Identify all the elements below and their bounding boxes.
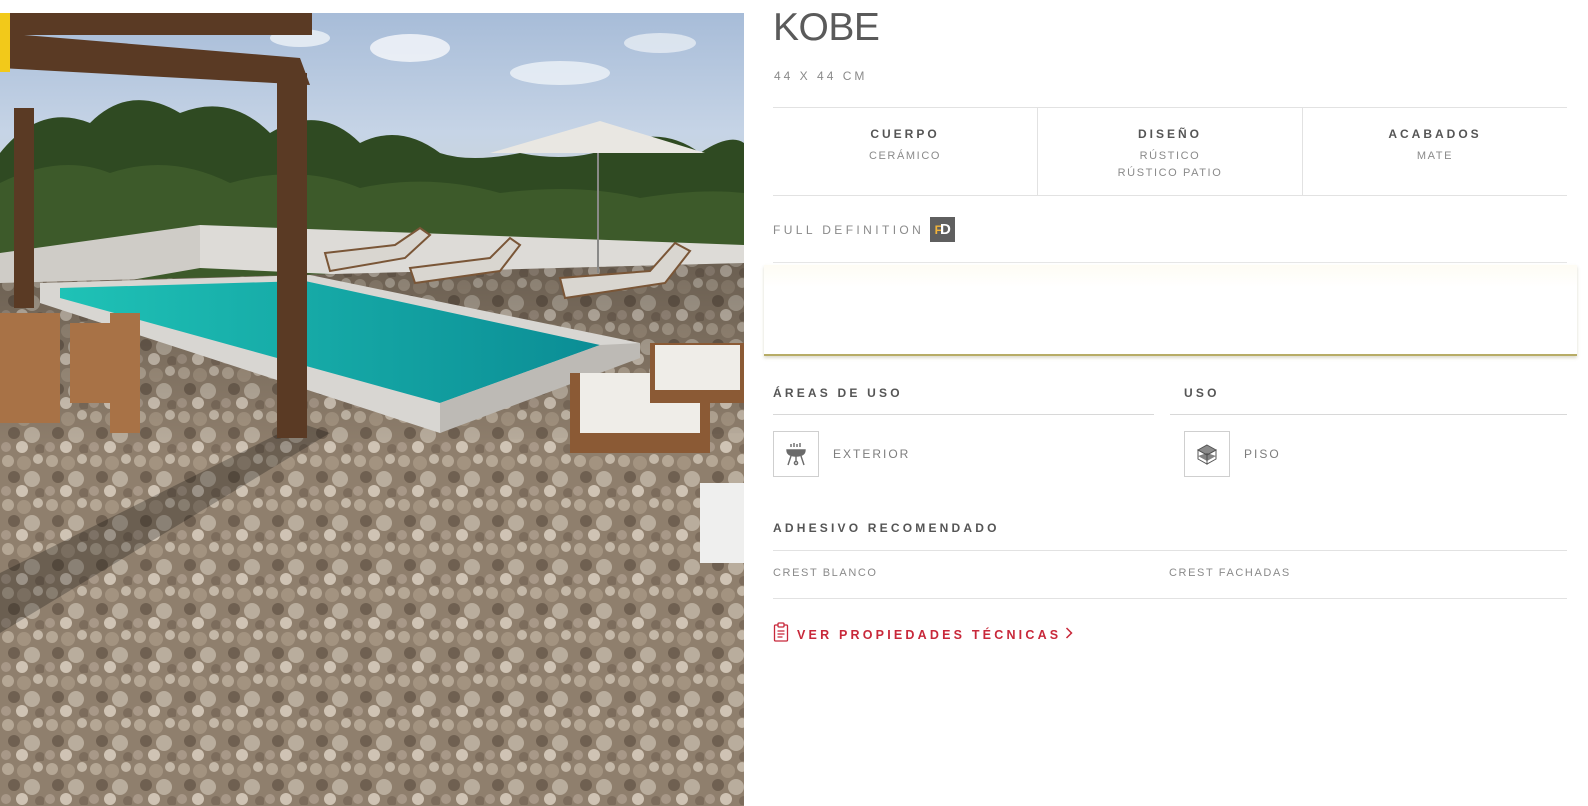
technical-properties-link[interactable]: VER PROPIEDADES TÉCNICAS bbox=[773, 622, 1073, 647]
spec-label: ACABADOS bbox=[1388, 127, 1482, 141]
technical-properties-label: VER PROPIEDADES TÉCNICAS bbox=[797, 627, 1062, 642]
spec-acabados: ACABADOS MATE bbox=[1302, 108, 1567, 195]
chevron-right-icon bbox=[1065, 626, 1073, 644]
grill-icon bbox=[773, 431, 819, 477]
adhesivo-heading: ADHESIVO RECOMENDADO bbox=[773, 521, 1000, 535]
full-definition-icon: FD bbox=[930, 217, 956, 242]
uso-heading: USO bbox=[1184, 386, 1220, 400]
product-dimensions: 44 X 44 CM bbox=[774, 69, 868, 83]
spec-value: RÚSTICO bbox=[1139, 150, 1201, 162]
floor-cube-icon bbox=[1184, 431, 1230, 477]
accent-tab bbox=[0, 13, 10, 72]
divider bbox=[773, 262, 1567, 263]
areas-de-uso-heading: ÁREAS DE USO bbox=[773, 386, 903, 400]
spec-value: CERÁMICO bbox=[868, 150, 942, 162]
product-image[interactable] bbox=[0, 13, 744, 806]
full-definition-label: FULL DEFINITION bbox=[773, 222, 925, 237]
adhesivo-item[interactable]: CREST FACHADAS bbox=[1169, 567, 1291, 579]
spec-label: CUERPO bbox=[870, 127, 940, 141]
spec-label: DISEÑO bbox=[1137, 127, 1202, 141]
divider bbox=[773, 598, 1567, 599]
fd-letter: D bbox=[939, 221, 951, 238]
divider bbox=[773, 550, 1567, 551]
terrace-pool-scene bbox=[0, 13, 744, 806]
spec-value: RÚSTICO PATIO bbox=[1117, 167, 1223, 179]
full-definition: FULL DEFINITION FD bbox=[773, 217, 956, 242]
spec-table: CUERPO CERÁMICO DISEÑO RÚSTICO RÚSTICO P… bbox=[773, 107, 1567, 196]
product-title: KOBE bbox=[773, 6, 880, 49]
clipboard-icon bbox=[773, 622, 789, 647]
uso-piso: PISO bbox=[1184, 431, 1281, 477]
spec-value: MATE bbox=[1416, 150, 1454, 162]
uso-label: PISO bbox=[1244, 447, 1281, 461]
adhesivo-item[interactable]: CREST BLANCO bbox=[773, 567, 878, 579]
spec-diseno: DISEÑO RÚSTICO RÚSTICO PATIO bbox=[1037, 108, 1302, 195]
promo-banner bbox=[764, 265, 1577, 356]
area-exterior: EXTERIOR bbox=[773, 431, 910, 477]
spec-value-list: RÚSTICO RÚSTICO PATIO bbox=[1038, 148, 1302, 182]
divider bbox=[773, 414, 1154, 415]
area-label: EXTERIOR bbox=[833, 447, 911, 461]
spec-cuerpo: CUERPO CERÁMICO bbox=[773, 108, 1037, 195]
divider bbox=[1170, 414, 1567, 415]
product-details: KOBE 44 X 44 CM CUERPO CERÁMICO DISEÑO R… bbox=[764, 0, 1577, 806]
